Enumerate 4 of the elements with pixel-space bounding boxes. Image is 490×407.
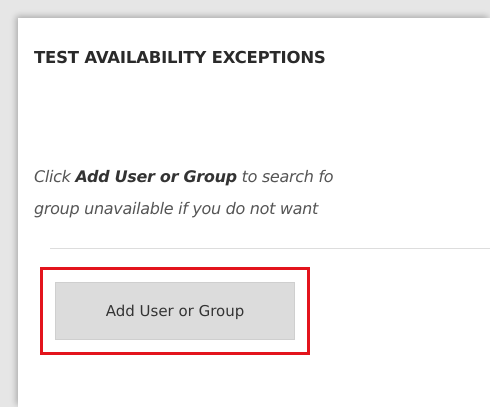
- instruction-line: group unavailable if you do not want: [34, 199, 320, 218]
- instruction-line: Click Add User or Group to search fo: [34, 167, 334, 186]
- section-title: TEST AVAILABILITY EXCEPTIONS: [34, 48, 327, 67]
- add-user-or-group-button[interactable]: Add User or Group: [55, 282, 295, 340]
